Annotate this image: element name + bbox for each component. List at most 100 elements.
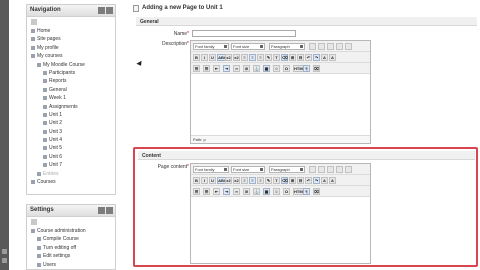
editor-button[interactable]: T [273, 54, 280, 61]
move-icon[interactable] [31, 219, 37, 225]
nav-item[interactable]: Participants [27, 69, 115, 77]
nav-item[interactable]: Reports [27, 77, 115, 85]
nav-item[interactable]: Turn editing off [27, 244, 115, 252]
editor-button[interactable]: ▦ [263, 65, 270, 72]
page-content-editor[interactable]: Font family Font size Paragraph B I U ABC x2 x2 ≡… [190, 163, 371, 264]
editor-button[interactable]: ∞ [233, 65, 240, 72]
editor-tool-icon[interactable] [309, 166, 316, 173]
editor-button[interactable]: ≡ [249, 54, 256, 61]
editor-button[interactable]: ⊞ [289, 54, 296, 61]
editor-button[interactable]: ⊞ [289, 177, 296, 184]
editor-tool-icon[interactable] [336, 166, 343, 173]
editor-button[interactable]: T [273, 177, 280, 184]
editor-button[interactable]: x2 [233, 177, 240, 184]
editor-button[interactable]: ↷ [313, 54, 320, 61]
editor-button[interactable]: x2 [225, 54, 232, 61]
editor-button[interactable]: ⚓ [253, 188, 260, 195]
editor-tool-icon[interactable] [318, 43, 325, 50]
nav-item[interactable]: My profile [27, 44, 115, 52]
nav-item[interactable]: Unit 4 [27, 136, 115, 144]
editor-button[interactable]: ▦ [263, 188, 270, 195]
font-family-select[interactable]: Font family [193, 166, 229, 173]
editor-button[interactable]: ∞ [233, 188, 240, 195]
editor-button[interactable]: Ω [283, 65, 290, 72]
nav-item[interactable]: Entries [27, 170, 115, 178]
editor-button[interactable]: I [201, 177, 208, 184]
editor-button[interactable]: U [209, 54, 216, 61]
description-editor[interactable]: Font family Font size Paragraph B I U ABC x2 x2 ≡… [190, 40, 371, 144]
editor-button[interactable]: A [329, 177, 336, 184]
editor-button[interactable]: ⇥ [223, 65, 230, 72]
editor-button[interactable]: A [321, 54, 328, 61]
editor-tool-icon[interactable] [309, 43, 316, 50]
font-size-select[interactable]: Font size [231, 43, 265, 50]
editor-button[interactable]: ✎ [265, 177, 272, 184]
nav-item[interactable]: Users [27, 261, 115, 269]
editor-button[interactable]: ⌧ [313, 188, 320, 195]
editor-button[interactable]: ¶ [303, 188, 310, 195]
editor-button[interactable]: ⊟ [297, 54, 304, 61]
editor-button[interactable]: ⇥ [223, 188, 230, 195]
editor-button[interactable]: ↶ [305, 177, 312, 184]
editor-tool-icon[interactable] [345, 166, 352, 173]
editor-button[interactable]: ⇤ [213, 65, 220, 72]
editor-button[interactable]: ≡ [257, 54, 264, 61]
editor-tool-icon[interactable] [318, 166, 325, 173]
editor-button[interactable]: Ω [283, 188, 290, 195]
nav-item[interactable]: Week 1 [27, 94, 115, 102]
nav-item[interactable]: Courses [27, 178, 115, 186]
font-family-select[interactable]: Font family [193, 43, 229, 50]
editor-button[interactable]: ☺ [273, 65, 280, 72]
editor-button[interactable]: B [193, 54, 200, 61]
nav-item[interactable]: Unit 2 [27, 119, 115, 127]
paragraph-select[interactable]: Paragraph [269, 166, 305, 173]
editor-button[interactable]: ⌫ [281, 54, 288, 61]
editor-button[interactable]: I [201, 54, 208, 61]
editor-button[interactable]: A [321, 177, 328, 184]
editor-button[interactable]: ⚓ [253, 65, 260, 72]
nav-item[interactable]: Unit 6 [27, 153, 115, 161]
editor-tool-icon[interactable] [327, 43, 334, 50]
editor-tool-icon[interactable] [327, 166, 334, 173]
dock-control-icon[interactable] [2, 258, 7, 263]
editor-button[interactable]: ☺ [273, 188, 280, 195]
editor-button[interactable]: x2 [225, 177, 232, 184]
editor-button[interactable]: ↶ [305, 54, 312, 61]
move-icon[interactable] [31, 19, 37, 25]
editor-button[interactable]: ↷ [313, 177, 320, 184]
nav-item[interactable]: Assignments [27, 103, 115, 111]
paragraph-select[interactable]: Paragraph [269, 43, 305, 50]
nav-item[interactable]: Home [27, 27, 115, 35]
nav-item[interactable]: Compile Course [27, 235, 115, 243]
editor-button[interactable]: ☰ [193, 188, 200, 195]
nav-item[interactable]: My courses [27, 52, 115, 60]
editor-button[interactable]: ☰ [203, 188, 210, 195]
nav-item[interactable]: Unit 3 [27, 128, 115, 136]
nav-item[interactable]: General [27, 86, 115, 94]
editor-button[interactable]: ⌫ [281, 177, 288, 184]
nav-item[interactable]: Site pages [27, 35, 115, 43]
dock-block-icon[interactable] [98, 7, 105, 14]
editor-tool-icon[interactable] [345, 43, 352, 50]
editor-button[interactable]: ☰ [193, 65, 200, 72]
editor-button[interactable]: ⌧ [313, 65, 320, 72]
nav-item[interactable]: Edit settings [27, 252, 115, 260]
nav-item[interactable]: Course administration [27, 227, 115, 235]
editor-button[interactable]: x2 [233, 54, 240, 61]
editor-button[interactable]: ≡ [241, 177, 248, 184]
font-size-select[interactable]: Font size [231, 166, 265, 173]
editor-button[interactable]: ⊘ [243, 65, 250, 72]
dock-control-icon[interactable] [2, 249, 7, 254]
editor-button[interactable]: ⊘ [243, 188, 250, 195]
editor-button[interactable]: B [193, 177, 200, 184]
general-section-header[interactable]: General [136, 17, 477, 26]
nav-item[interactable]: My Moodle Course [27, 61, 115, 69]
editor-button[interactable]: ⊟ [297, 177, 304, 184]
editor-button[interactable]: ¶ [303, 65, 310, 72]
nav-item[interactable]: Unit 7 [27, 161, 115, 169]
editor-button[interactable]: ≡ [257, 177, 264, 184]
editor-button[interactable]: ≡ [241, 54, 248, 61]
name-input[interactable] [192, 30, 296, 37]
collapse-block-icon[interactable] [106, 207, 113, 214]
dock-block-icon[interactable] [98, 207, 105, 214]
